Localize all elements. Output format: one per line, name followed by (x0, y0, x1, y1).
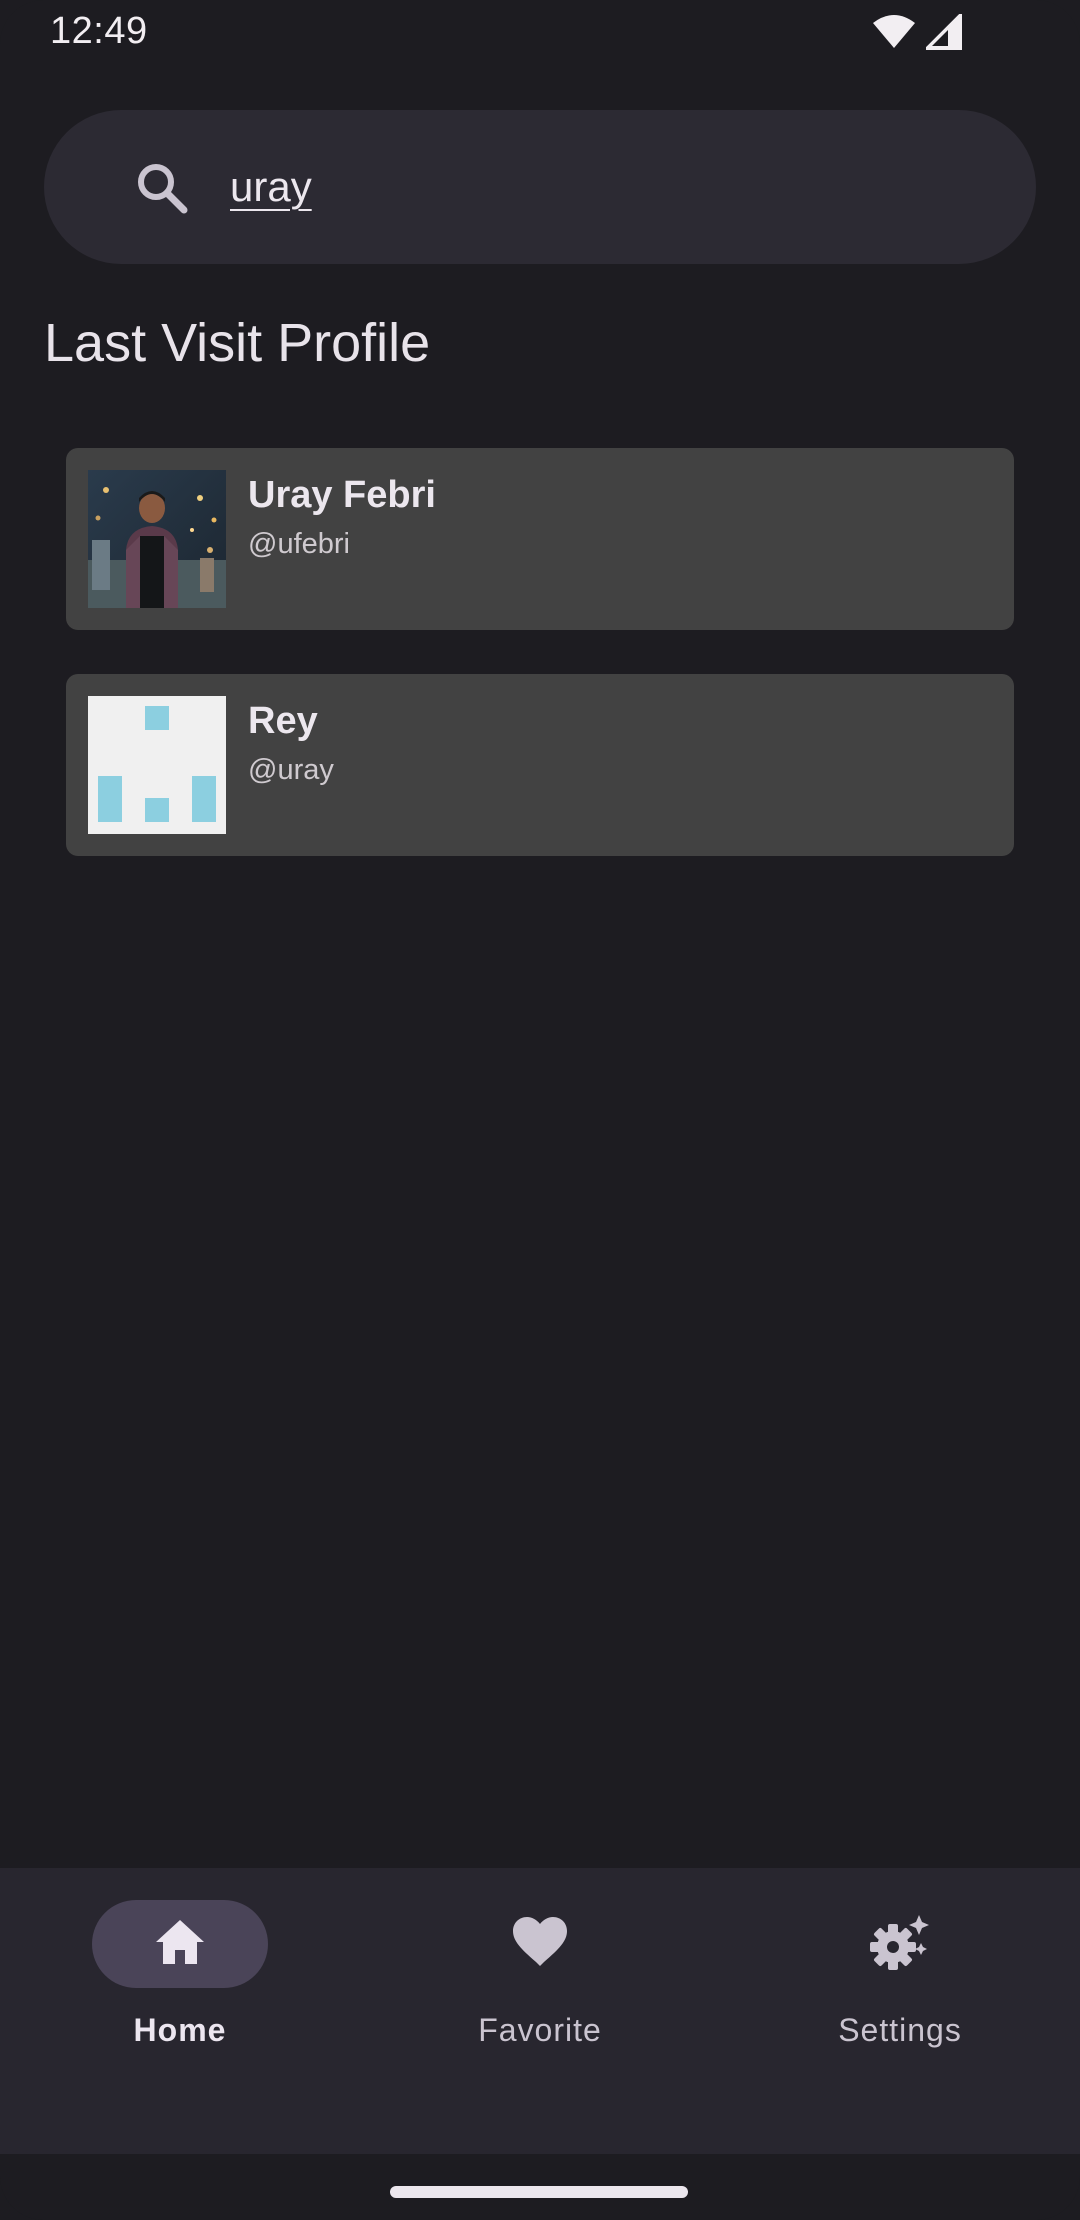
cellular-signal-icon (923, 11, 962, 55)
search-icon[interactable] (134, 160, 190, 216)
search-input[interactable] (230, 154, 990, 220)
bottom-navigation: Home Favorite Settings (0, 1868, 1080, 2154)
nav-item-favorite[interactable]: Favorite (360, 1868, 720, 2154)
profile-name: Rey (248, 700, 318, 742)
heart-icon (511, 1916, 569, 1973)
profile-handle: @uray (248, 754, 334, 786)
nav-active-indicator (92, 1900, 268, 1988)
nav-item-settings[interactable]: Settings (720, 1868, 1080, 2154)
search-bar[interactable] (44, 110, 1036, 264)
profile-card[interactable]: Uray Febri @ufebri (66, 448, 1014, 630)
profile-card[interactable]: Rey @uray (66, 674, 1014, 856)
identicon-avatar (88, 696, 226, 834)
wifi-icon (872, 14, 916, 55)
home-icon (152, 1916, 208, 1973)
nav-icon-container (452, 1900, 628, 1988)
section-title: Last Visit Profile (44, 313, 431, 373)
nav-icon-container (812, 1900, 988, 1988)
status-icons (872, 11, 962, 55)
profile-name: Uray Febri (248, 474, 436, 516)
home-gesture-handle[interactable] (390, 2186, 688, 2198)
settings-sparkle-icon (869, 1913, 931, 1976)
status-bar: 12:49 (0, 0, 1080, 66)
nav-label-settings: Settings (838, 2012, 962, 2048)
profile-handle: @ufebri (248, 528, 350, 560)
photo-avatar (88, 470, 226, 608)
nav-item-home[interactable]: Home (0, 1868, 360, 2154)
status-time: 12:49 (50, 10, 148, 52)
gesture-navigation-bar (0, 2154, 1080, 2220)
app-screen: 12:49 uray Last Visit Profile Uray Febri… (0, 0, 1080, 2220)
nav-label-home: Home (133, 2012, 227, 2048)
nav-label-favorite: Favorite (478, 2012, 602, 2048)
